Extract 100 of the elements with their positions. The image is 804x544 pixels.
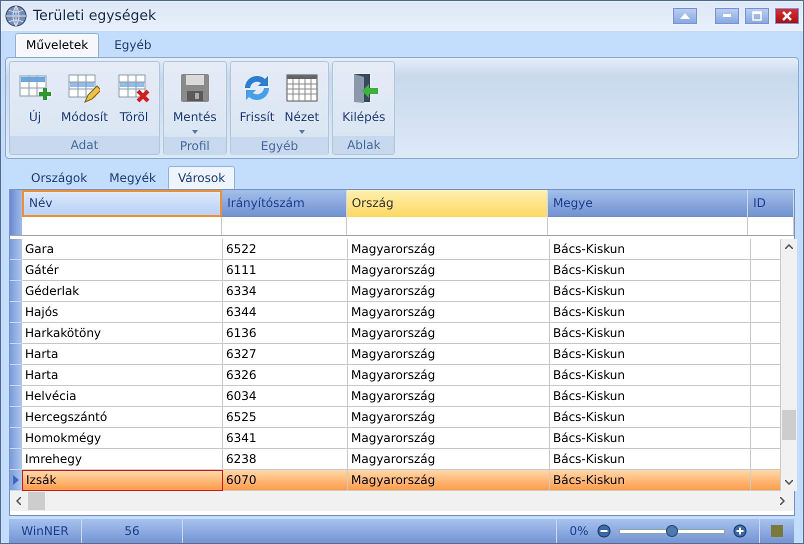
view-tab[interactable]: Megyék — [99, 166, 166, 189]
table-cell — [751, 470, 781, 491]
ribbon-tab[interactable]: Egyéb — [103, 32, 163, 57]
view-tab[interactable]: Városok — [168, 166, 236, 189]
table-cell: 6341 — [223, 428, 348, 449]
table-cell: Magyarország — [348, 238, 550, 260]
window-title: Területi egységek — [33, 8, 158, 24]
table-cell: Magyarország — [348, 364, 550, 386]
table-cell: 6326 — [223, 364, 348, 386]
group-label: Adat — [10, 136, 159, 154]
table-cell: Magyarország — [348, 280, 550, 302]
table-cell: Hercegszántó — [22, 406, 223, 428]
table-cell: Harta — [22, 364, 223, 386]
table-cell: 6111 — [223, 260, 348, 281]
zoom-in-icon[interactable] — [732, 524, 747, 538]
row-header[interactable] — [10, 386, 22, 407]
group-label: Profil — [164, 136, 226, 155]
row-header[interactable] — [10, 238, 22, 260]
view-tab[interactable]: Országok — [21, 166, 98, 189]
group-label: Egyéb — [230, 136, 328, 155]
scrollbar-thumb[interactable] — [28, 492, 45, 510]
row-header[interactable] — [10, 364, 22, 386]
table-cell: 6334 — [223, 280, 348, 302]
ribbon-button[interactable]: Frissít — [234, 62, 280, 137]
group-label: Ablak — [333, 136, 394, 154]
triangle-up-icon — [680, 12, 690, 19]
table-cell: Bács-Kiskun — [550, 428, 751, 449]
row-header[interactable] — [10, 406, 22, 428]
table-cell: Magyarország — [348, 344, 550, 365]
row-header[interactable] — [10, 322, 22, 344]
ribbon-button[interactable]: Új — [14, 62, 56, 136]
table-cell: Magyarország — [348, 428, 550, 449]
app-name: WinNER — [21, 524, 69, 538]
table-cell: Homokmégy — [22, 428, 223, 449]
table-cell: Izsák — [22, 470, 223, 491]
zoom-out-icon[interactable] — [596, 524, 611, 538]
table-cell: Bács-Kiskun — [550, 364, 751, 386]
table-cell: Magyarország — [348, 470, 550, 491]
table-cross-icon — [118, 72, 150, 104]
row-header[interactable] — [10, 428, 22, 449]
ribbon-button[interactable]: Módosít — [56, 62, 113, 136]
horizontal-scrollbar[interactable] — [10, 490, 794, 511]
header-corner — [10, 190, 22, 217]
current-row-icon — [13, 474, 19, 485]
ribbon-tab[interactable]: Műveletek — [15, 32, 100, 57]
table-cell: Helvécia — [22, 386, 223, 407]
zoom-percent: 0% — [569, 524, 589, 538]
vertical-scrollbar[interactable] — [781, 238, 797, 491]
table-cell: Bács-Kiskun — [550, 344, 751, 365]
table-cell: Bács-Kiskun — [550, 386, 751, 407]
maximize-button[interactable] — [745, 8, 769, 24]
close-icon — [782, 10, 792, 21]
table-cell: 6070 — [223, 470, 348, 491]
row-header[interactable] — [10, 448, 22, 470]
maximize-icon — [752, 10, 762, 21]
table-cell: 6522 — [223, 238, 348, 260]
filter-row-header — [10, 216, 22, 235]
row-header[interactable] — [10, 470, 22, 491]
column-header[interactable]: Név — [22, 190, 222, 217]
table-cell: Magyarország — [348, 260, 550, 281]
column-header[interactable]: Megye — [548, 190, 748, 217]
table-cell: Bács-Kiskun — [550, 238, 751, 260]
table-cell: 6136 — [223, 322, 348, 344]
table-cell: Harta — [22, 344, 223, 365]
table-cell: 6344 — [223, 302, 348, 323]
table-pencil-icon — [68, 72, 100, 104]
slider-thumb[interactable] — [666, 524, 678, 537]
table-cell: 6525 — [223, 406, 348, 428]
ribbon-collapse-button[interactable] — [673, 8, 697, 24]
column-header[interactable]: Ország — [346, 190, 548, 217]
table-cell: Bács-Kiskun — [550, 302, 751, 323]
close-button[interactable] — [775, 8, 799, 24]
column-header[interactable]: ID — [748, 190, 794, 217]
table-cell: Magyarország — [348, 386, 550, 407]
table-cell: Magyarország — [348, 302, 550, 323]
table-cell: Géderlak — [22, 280, 223, 302]
table-cell: Hajós — [22, 302, 223, 323]
row-header[interactable] — [10, 344, 22, 365]
table-cell: Bács-Kiskun — [550, 322, 751, 344]
scrollbar-thumb[interactable] — [782, 410, 796, 440]
globe-icon — [5, 4, 27, 27]
ribbon-button[interactable]: Töröl — [112, 62, 155, 136]
row-header[interactable] — [10, 260, 22, 281]
table-cell: Bács-Kiskun — [550, 406, 751, 428]
table-cell: Bács-Kiskun — [550, 470, 751, 491]
table-cell: 6034 — [223, 386, 348, 407]
table-cell: Gátér — [22, 260, 223, 281]
record-count: 56 — [124, 524, 140, 538]
table-cell: Harkakötöny — [22, 322, 223, 344]
minimize-button[interactable] — [715, 8, 739, 24]
minimize-icon — [723, 14, 731, 18]
table-cell: Bács-Kiskun — [550, 280, 751, 302]
table-cell: Bács-Kiskun — [550, 260, 751, 281]
table-cell: Gara — [22, 238, 223, 260]
row-header[interactable] — [10, 280, 22, 302]
ribbon-button[interactable]: Kilépés — [337, 62, 390, 136]
table-cell: Magyarország — [348, 322, 550, 344]
row-header[interactable] — [10, 302, 22, 323]
grid-icon — [286, 72, 318, 104]
table-cell: Magyarország — [348, 406, 550, 428]
